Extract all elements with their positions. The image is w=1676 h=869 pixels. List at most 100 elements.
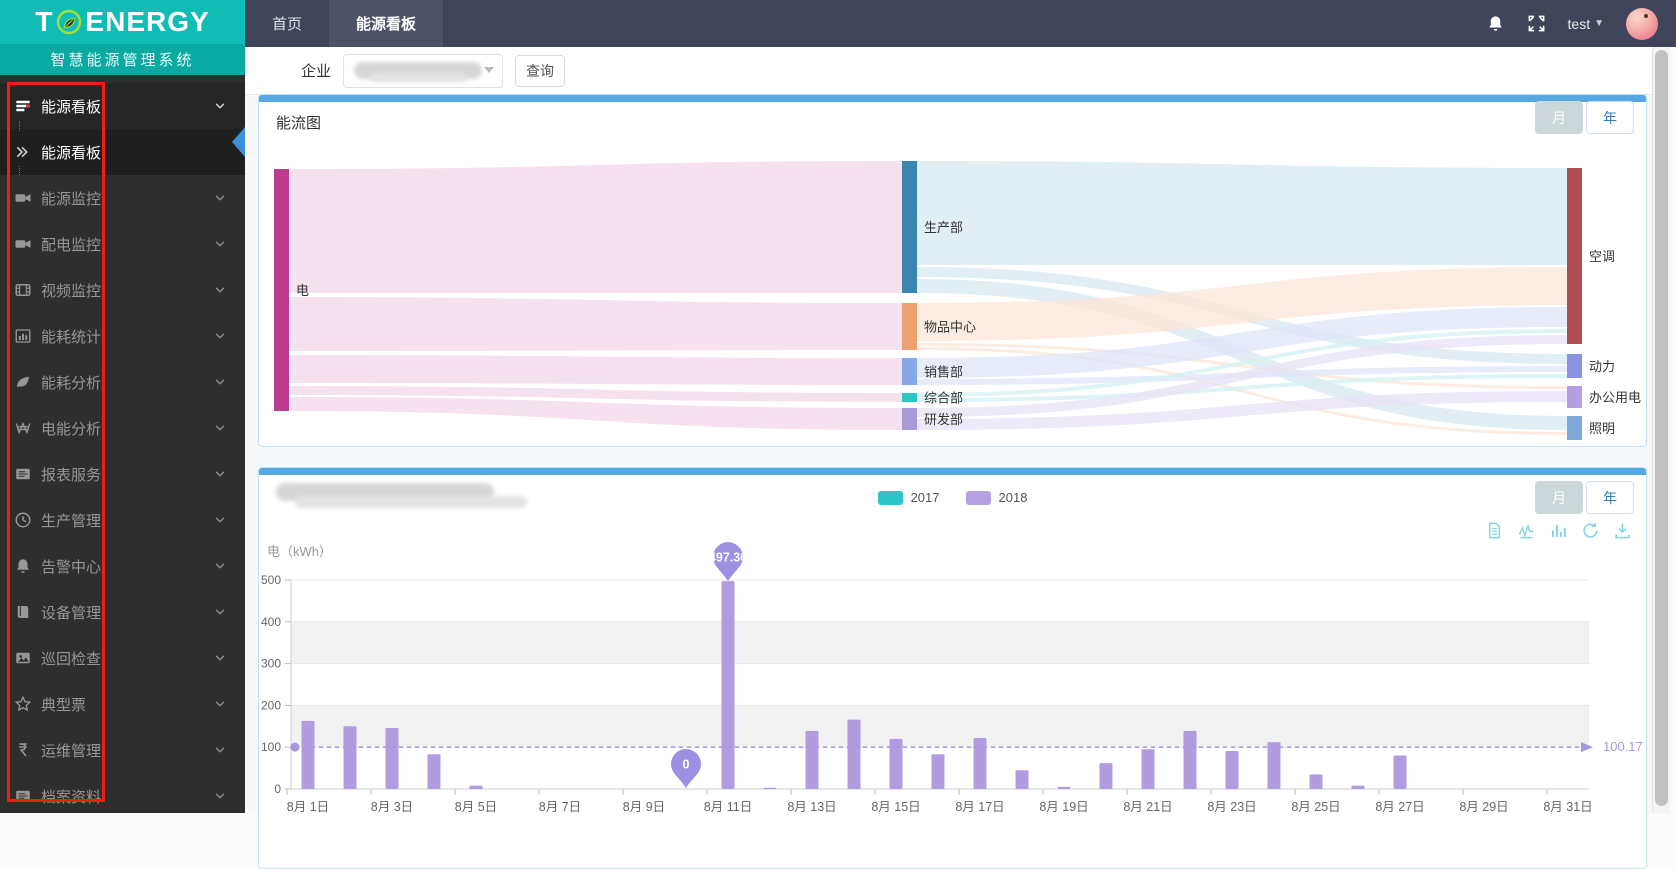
bar-8月 2日[interactable] (343, 726, 357, 789)
bar-8月 3日[interactable] (385, 727, 399, 789)
sidebar-item-0[interactable]: 能源看板 (0, 83, 245, 129)
tab-energy-dashboard[interactable]: 能源看板 (329, 0, 444, 47)
svg-text:8月 29日: 8月 29日 (1459, 800, 1508, 814)
report-icon (16, 468, 30, 480)
bar-8月 17日[interactable] (973, 738, 987, 789)
sankey-link-生产部-空调[interactable] (917, 161, 1567, 265)
panel-topbar (259, 95, 1646, 102)
sidebar-item-label: 视频监控 (41, 282, 102, 300)
bar-8月 15日[interactable] (889, 738, 903, 789)
sidebar-item-13[interactable]: 运维管理 (0, 727, 245, 773)
sankey-node-label: 电 (296, 283, 309, 298)
scrollbar-thumb[interactable] (1655, 50, 1668, 806)
fullscreen-icon[interactable] (1527, 14, 1546, 33)
chevron-down-icon (215, 655, 225, 661)
bar-8月 22日[interactable] (1183, 730, 1197, 789)
bar-8月 23日[interactable] (1225, 750, 1239, 789)
bar-8月 24日[interactable] (1267, 742, 1281, 789)
legend-swatch-2017 (877, 490, 903, 505)
company-select[interactable] (343, 53, 504, 88)
bar-8月 25日[interactable] (1309, 774, 1323, 789)
main-content: 企业 查询 能流图 月 年 电 生产部 物品中心 销售部 综合部 研发部 空调 动力 办公用电照… (245, 47, 1652, 869)
sidebar-subitem-energy-dashboard[interactable]: 能源看板 (0, 121, 245, 175)
sidebar-item-8[interactable]: 生产管理 (0, 497, 245, 543)
bar-8月 14日[interactable] (847, 719, 861, 789)
bar-8月 21日[interactable] (1141, 749, 1155, 789)
book-icon (17, 606, 29, 618)
bar-8月 1日[interactable] (301, 720, 315, 789)
sidebar-item-2[interactable]: 配电监控 (0, 221, 245, 267)
bell-icon (17, 559, 29, 573)
bar-8月 4日[interactable] (427, 754, 441, 789)
sankey-node-研发部[interactable] (902, 408, 917, 430)
avatar[interactable] (1626, 7, 1658, 40)
sankey-node-综合部[interactable] (902, 393, 917, 402)
sankey-node-办公用电[interactable] (1567, 386, 1582, 408)
sidebar-item-label: 电能分析 (41, 420, 102, 438)
sankey-node-物品中心[interactable] (902, 303, 917, 350)
sankey-node-动力[interactable] (1567, 354, 1582, 378)
sidebar-item-4[interactable]: 能耗统计 (0, 313, 245, 359)
chevron-down-icon (215, 747, 225, 753)
svg-text:8月 7日: 8月 7日 (539, 800, 581, 814)
sidebar-item-1[interactable]: 能源监控 (0, 175, 245, 221)
sidebar-item-label: 能源看板 (41, 98, 102, 116)
film-icon (15, 284, 31, 296)
sidebar-item-label: 生产管理 (41, 512, 102, 530)
logo-text-energy: ENERGY (85, 6, 210, 37)
legend-2018[interactable]: 2018 (965, 490, 1027, 505)
sidebar-item-12[interactable]: 典型票 (0, 681, 245, 727)
daily-energy-panel: 月 年 2017 2018 0 100 200 300 400 500 电（kW… (258, 467, 1647, 869)
svg-text:8月 1日: 8月 1日 (287, 800, 329, 814)
bar-8月 12日[interactable] (763, 787, 777, 789)
bell-icon[interactable] (1486, 14, 1505, 33)
query-button[interactable]: 查询 (515, 54, 566, 87)
sidebar-item-14[interactable]: 档案资料 (0, 773, 245, 819)
double-arrow-icon (16, 146, 28, 158)
bar-8月 11日[interactable] (721, 581, 735, 789)
sankey-link-电-生产部[interactable] (289, 161, 902, 293)
bar-8月 18日[interactable] (1015, 770, 1029, 789)
bar-8月 20日[interactable] (1099, 763, 1113, 789)
clock-icon (15, 512, 31, 528)
sidebar-item-6[interactable]: 电能分析 (0, 405, 245, 451)
sidebar-item-9[interactable]: 告警中心 (0, 543, 245, 589)
page-scrollbar[interactable] (1652, 47, 1670, 813)
svg-text:400: 400 (261, 615, 281, 629)
sidebar-item-3[interactable]: 视频监控 (0, 267, 245, 313)
bar-8月 19日[interactable] (1057, 786, 1071, 789)
svg-text:8月 21日: 8月 21日 (1123, 800, 1172, 814)
chevron-down-icon (215, 471, 225, 477)
svg-text:8月 11日: 8月 11日 (704, 800, 752, 814)
month-toggle-button[interactable]: 月 (1535, 101, 1583, 134)
sankey-node-空调[interactable] (1567, 168, 1582, 344)
sankey-node-照明[interactable] (1567, 416, 1582, 440)
sankey-node-label: 销售部 (924, 365, 963, 380)
chart-legend: 2017 2018 (259, 490, 1646, 505)
bar-8月 27日[interactable] (1393, 755, 1407, 789)
bar-8月 16日[interactable] (931, 754, 945, 789)
sankey-link-电-物品中心[interactable] (289, 297, 902, 351)
year-toggle-button[interactable]: 年 (1586, 101, 1634, 134)
sidebar-item-label: 运维管理 (41, 742, 102, 760)
tab-home[interactable]: 首页 (245, 0, 329, 47)
sankey-node-电[interactable] (274, 169, 289, 411)
chevron-down-icon (215, 701, 225, 707)
sidebar-item-5[interactable]: 能耗分析 (0, 359, 245, 405)
bar-8月 13日[interactable] (805, 730, 819, 789)
sidebar-item-10[interactable]: 设备管理 (0, 589, 245, 635)
sankey-node-生产部[interactable] (902, 161, 917, 293)
sankey-node-销售部[interactable] (902, 358, 917, 385)
leaf-logo-icon (57, 9, 82, 35)
redacted-company-name-2 (370, 72, 467, 82)
bar-8月 26日[interactable] (1351, 785, 1365, 789)
sidebar-item-label: 档案资料 (41, 788, 102, 806)
legend-2017[interactable]: 2017 (877, 490, 940, 505)
sankey-link-电-销售部[interactable] (289, 355, 902, 385)
sankey-link-电-研发部[interactable] (289, 397, 902, 430)
sidebar-item-label: 能耗分析 (41, 374, 102, 392)
bar-8月 5日[interactable] (469, 785, 483, 789)
sidebar-item-11[interactable]: 巡回检查 (0, 635, 245, 681)
sidebar-item-7[interactable]: 报表服务 (0, 451, 245, 497)
user-menu[interactable]: test ▼ (1568, 16, 1604, 32)
